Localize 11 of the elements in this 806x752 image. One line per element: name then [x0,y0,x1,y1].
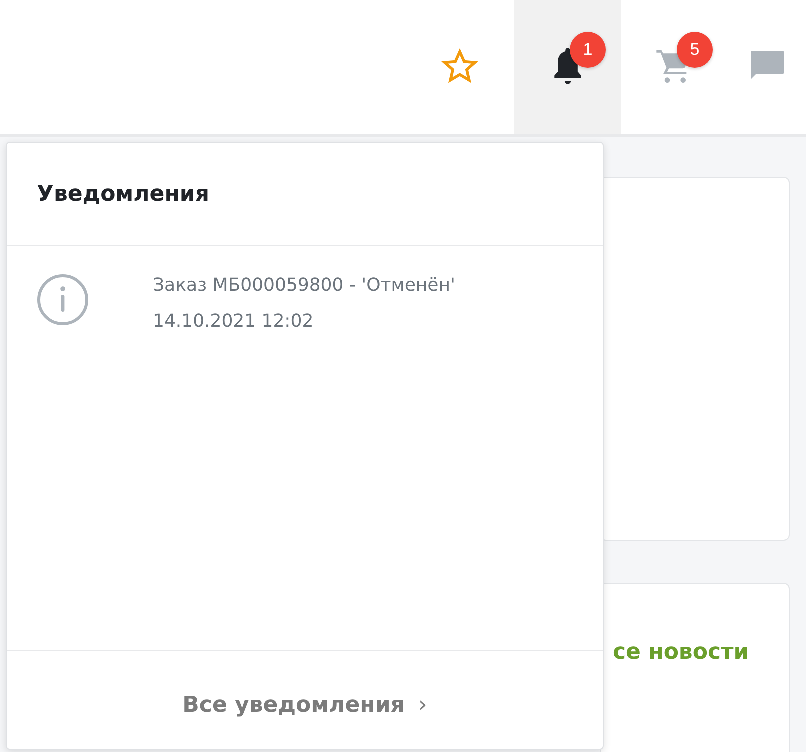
notification-time: 14.10.2021 12:02 [153,310,315,334]
all-news-link[interactable]: се новости [613,640,750,665]
cart-count-badge: 5 [677,32,713,68]
all-notifications-link[interactable]: Все уведомления › [182,692,428,718]
notification-text[interactable]: Заказ МБ000059800 - 'Отменён' [153,268,456,304]
panel-title: Уведомления [7,143,603,246]
notification-count-badge: 1 [570,32,606,68]
cart-button[interactable]: 5 [621,0,728,134]
star-icon [440,48,480,86]
info-icon [37,274,89,326]
notifications-button[interactable]: 1 [514,0,621,134]
